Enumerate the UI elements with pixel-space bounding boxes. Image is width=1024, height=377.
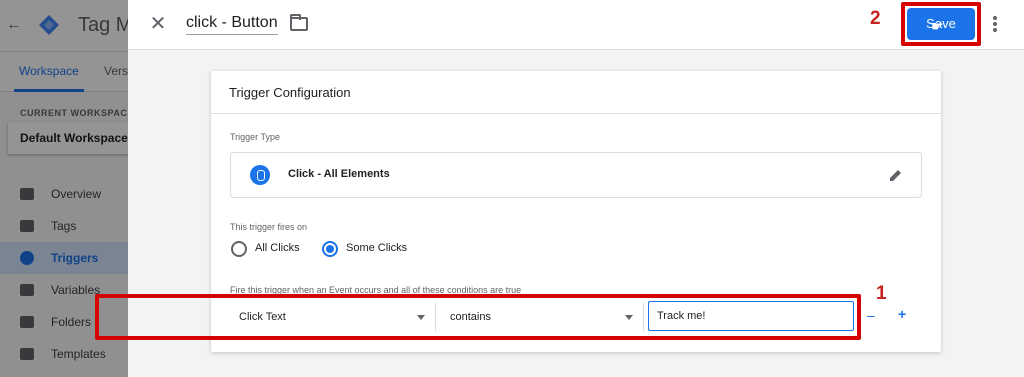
divider: [211, 113, 941, 114]
radio-label: All Clicks: [255, 242, 300, 254]
trigger-type-name: Click - All Elements: [288, 168, 390, 180]
dropdown-arrow-icon: [417, 315, 425, 320]
annotation-number-2: 2: [870, 8, 881, 29]
radio-button[interactable]: [231, 241, 247, 257]
card-title: Trigger Configuration: [229, 85, 351, 100]
dropdown-arrow-icon: [625, 315, 633, 320]
radio-label: Some Clicks: [346, 242, 408, 254]
trigger-name-field[interactable]: click - Button: [186, 14, 278, 35]
variable-value: Click Text: [239, 311, 286, 323]
pencil-icon[interactable]: [889, 168, 903, 182]
trigger-type-label: Trigger Type: [230, 132, 281, 142]
condition-value-input[interactable]: Track me!: [648, 301, 854, 331]
fires-on-label: This trigger fires on: [230, 222, 308, 232]
operator-dropdown[interactable]: contains: [442, 303, 644, 331]
close-icon[interactable]: ✕: [146, 12, 170, 36]
click-cursor-icon: [250, 165, 270, 185]
dialog-header: ✕ click - Button 2 Save ☛: [128, 0, 1024, 50]
folder-icon[interactable]: [290, 14, 308, 31]
hand-cursor-icon: ☛: [931, 18, 944, 34]
annotation-number-1: 1: [876, 283, 887, 304]
more-vert-icon[interactable]: [992, 14, 998, 36]
trigger-type-selector[interactable]: Click - All Elements: [230, 152, 922, 198]
variable-dropdown[interactable]: Click Text: [231, 303, 436, 331]
add-condition-button[interactable]: +: [898, 306, 906, 322]
operator-value: contains: [450, 311, 491, 323]
remove-condition-button[interactable]: –: [867, 307, 875, 323]
radio-button[interactable]: [322, 241, 338, 257]
